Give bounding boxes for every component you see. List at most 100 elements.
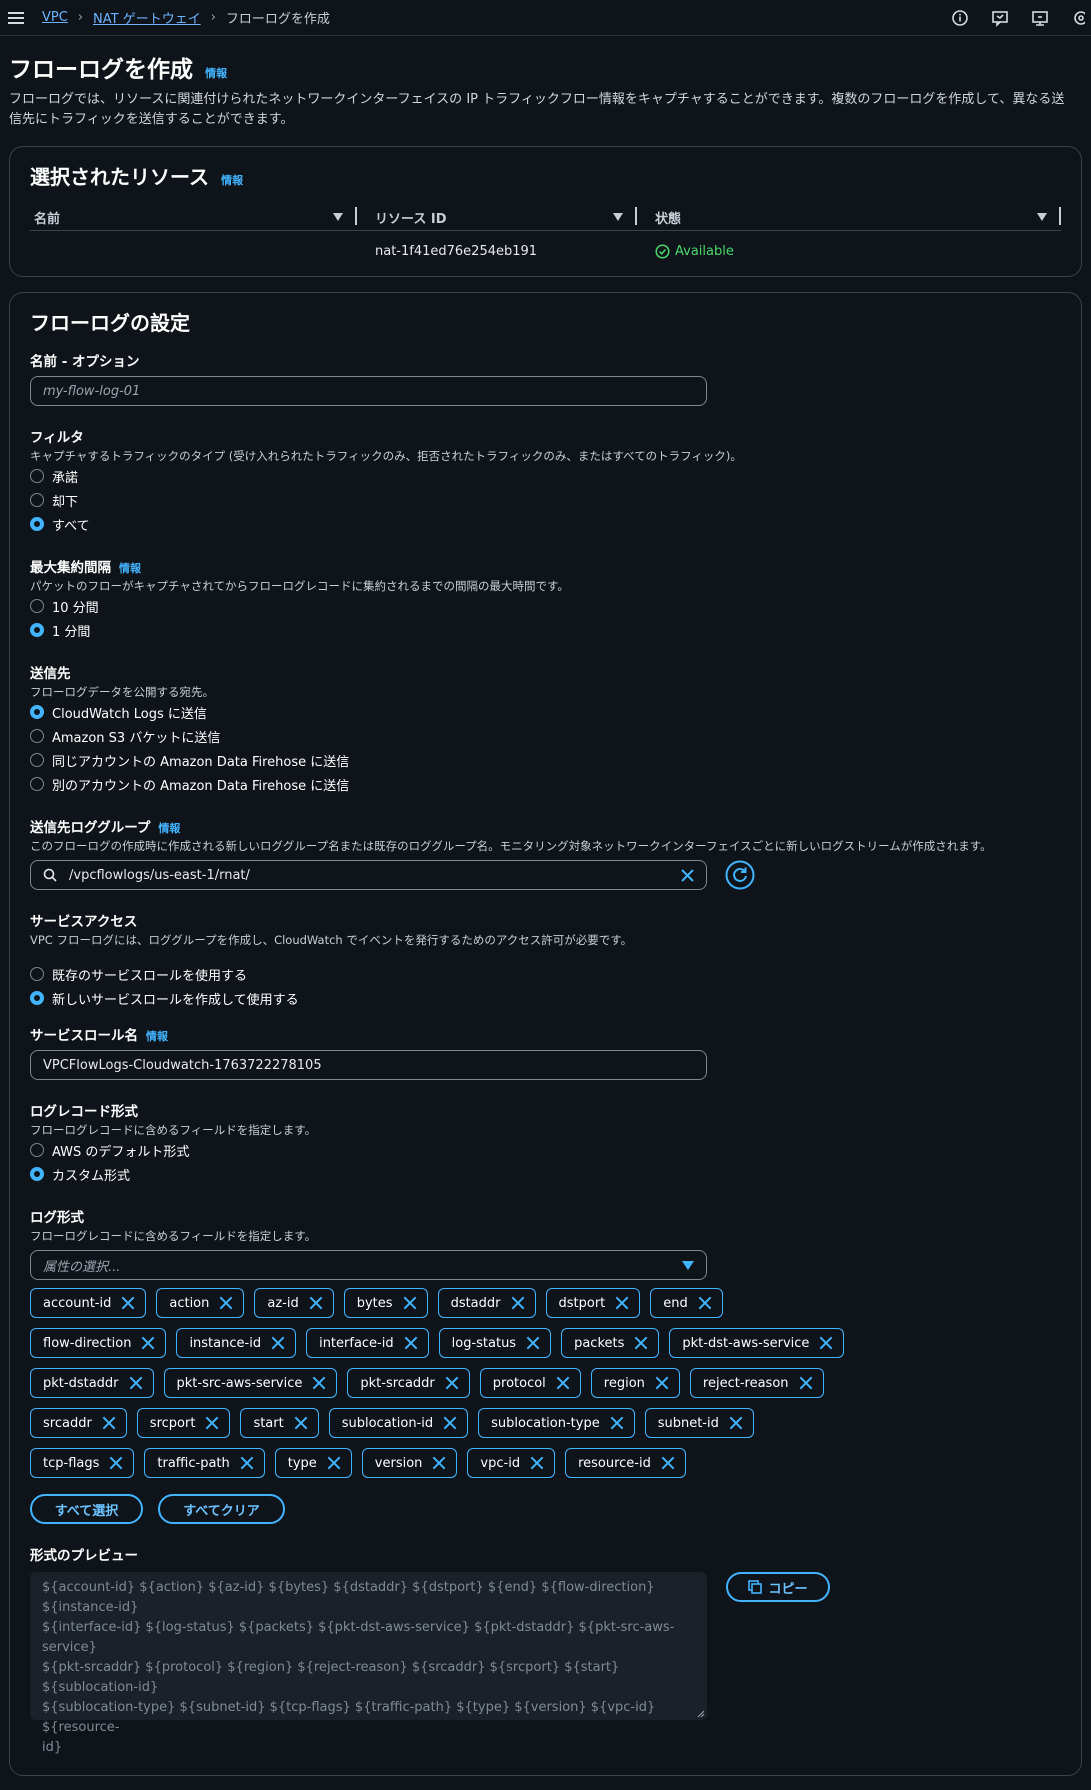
remove-icon[interactable] [556, 1376, 570, 1390]
filter-option-reject[interactable]: 却下 [30, 488, 1061, 512]
record-format-option-custom[interactable]: カスタム形式 [30, 1162, 1061, 1186]
attribute-token[interactable]: version [361, 1448, 458, 1478]
remove-icon[interactable] [109, 1456, 123, 1470]
breadcrumb-vpc[interactable]: VPC [42, 10, 68, 25]
radio-button[interactable] [30, 705, 44, 719]
attribute-token[interactable]: pkt-srcaddr [347, 1368, 470, 1398]
attribute-select[interactable]: 属性の選択... [30, 1250, 707, 1280]
radio-button[interactable] [30, 777, 44, 791]
remove-icon[interactable] [240, 1456, 254, 1470]
remove-icon[interactable] [526, 1336, 540, 1350]
remove-icon[interactable] [443, 1416, 457, 1430]
interval-option-10min[interactable]: 10 分間 [30, 594, 1061, 618]
remove-icon[interactable] [511, 1296, 525, 1310]
copy-button[interactable]: コピー [726, 1572, 830, 1602]
radio-button[interactable] [30, 469, 44, 483]
destination-option-firehose-same[interactable]: 同じアカウントの Amazon Data Firehose に送信 [30, 748, 1061, 772]
radio-button[interactable] [30, 991, 44, 1005]
filter-option-accept[interactable]: 承諾 [30, 464, 1061, 488]
monitor-icon[interactable] [1031, 9, 1049, 27]
attribute-token[interactable]: traffic-path [144, 1448, 265, 1478]
table-row[interactable]: nat-1f41ed76e254eb191 Available [30, 231, 1061, 271]
clear-icon[interactable] [681, 869, 694, 882]
remove-icon[interactable] [432, 1456, 446, 1470]
attribute-token[interactable]: sublocation-id [328, 1408, 469, 1438]
attribute-token[interactable]: bytes [343, 1288, 428, 1318]
info-link[interactable]: 情報 [221, 174, 243, 187]
attribute-token[interactable]: log-status [438, 1328, 552, 1358]
remove-icon[interactable] [327, 1456, 341, 1470]
attribute-token[interactable]: resource-id [565, 1448, 686, 1478]
remove-icon[interactable] [799, 1376, 813, 1390]
select-all-button[interactable]: すべて選択 [30, 1494, 143, 1524]
attribute-token[interactable]: tcp-flags [30, 1448, 135, 1478]
attribute-token[interactable]: subnet-id [644, 1408, 754, 1438]
info-icon[interactable] [951, 9, 969, 27]
radio-button[interactable] [30, 729, 44, 743]
attribute-token[interactable]: srcport [136, 1408, 231, 1438]
radio-button[interactable] [30, 1167, 44, 1181]
radio-button[interactable] [30, 599, 44, 613]
name-input[interactable]: my-flow-log-01 [30, 376, 707, 406]
info-link[interactable]: 情報 [205, 67, 227, 80]
format-preview-textarea[interactable]: ${account-id} ${action} ${az-id} ${bytes… [30, 1572, 707, 1755]
remove-icon[interactable] [129, 1376, 143, 1390]
remove-icon[interactable] [661, 1456, 675, 1470]
radio-button[interactable] [30, 517, 44, 531]
remove-icon[interactable] [530, 1456, 544, 1470]
attribute-token[interactable]: region [590, 1368, 680, 1398]
attribute-token[interactable]: dstport [545, 1288, 641, 1318]
resize-handle-icon[interactable] [697, 1710, 705, 1718]
radio-button[interactable] [30, 1143, 44, 1157]
remove-icon[interactable] [819, 1336, 833, 1350]
remove-icon[interactable] [102, 1416, 116, 1430]
remove-icon[interactable] [121, 1296, 135, 1310]
remove-icon[interactable] [729, 1416, 743, 1430]
sort-icon[interactable] [333, 213, 343, 221]
remove-icon[interactable] [445, 1376, 459, 1390]
column-header-resource-id[interactable]: リソース ID [357, 204, 637, 230]
refresh-icon[interactable] [725, 860, 755, 890]
destination-option-s3[interactable]: Amazon S3 バケットに送信 [30, 724, 1061, 748]
remove-icon[interactable] [205, 1416, 219, 1430]
attribute-token[interactable]: pkt-dst-aws-service [669, 1328, 845, 1358]
info-link[interactable]: 情報 [146, 1030, 168, 1043]
attribute-token[interactable]: vpc-id [467, 1448, 556, 1478]
attribute-token[interactable]: type [274, 1448, 352, 1478]
remove-icon[interactable] [403, 1296, 417, 1310]
remove-icon[interactable] [615, 1296, 629, 1310]
remove-icon[interactable] [309, 1296, 323, 1310]
attribute-token[interactable]: reject-reason [689, 1368, 824, 1398]
attribute-token[interactable]: az-id [254, 1288, 334, 1318]
remove-icon[interactable] [610, 1416, 624, 1430]
destination-option-cloudwatch[interactable]: CloudWatch Logs に送信 [30, 700, 1061, 724]
feedback-icon[interactable] [991, 9, 1009, 27]
attribute-token[interactable]: account-id [30, 1288, 147, 1318]
breadcrumb-nat[interactable]: NAT ゲートウェイ [93, 8, 201, 27]
sort-icon[interactable] [613, 213, 623, 221]
service-role-option-new[interactable]: 新しいサービスロールを作成して使用する [30, 986, 1061, 1010]
caret-down-icon[interactable] [682, 1261, 694, 1270]
remove-icon[interactable] [219, 1296, 233, 1310]
clear-all-button[interactable]: すべてクリア [158, 1494, 285, 1524]
remove-icon[interactable] [655, 1376, 669, 1390]
attribute-token[interactable]: protocol [479, 1368, 581, 1398]
attribute-token[interactable]: sublocation-type [478, 1408, 635, 1438]
remove-icon[interactable] [141, 1336, 155, 1350]
attribute-token[interactable]: flow-direction [30, 1328, 167, 1358]
attribute-token[interactable]: start [240, 1408, 319, 1438]
remove-icon[interactable] [271, 1336, 285, 1350]
radio-button[interactable] [30, 967, 44, 981]
remove-icon[interactable] [698, 1296, 712, 1310]
attribute-token[interactable]: pkt-dstaddr [30, 1368, 154, 1398]
attribute-token[interactable]: pkt-src-aws-service [163, 1368, 338, 1398]
attribute-token[interactable]: packets [561, 1328, 660, 1358]
remove-icon[interactable] [404, 1336, 418, 1350]
destination-option-firehose-other[interactable]: 別のアカウントの Amazon Data Firehose に送信 [30, 772, 1061, 796]
record-format-option-default[interactable]: AWS のデフォルト形式 [30, 1138, 1061, 1162]
role-name-input[interactable]: VPCFlowLogs-Cloudwatch-1763722278105 [30, 1050, 707, 1080]
settings-icon[interactable] [1071, 9, 1085, 27]
column-header-name[interactable]: 名前 [30, 204, 357, 230]
attribute-token[interactable]: srcaddr [30, 1408, 127, 1438]
attribute-token[interactable]: action [156, 1288, 245, 1318]
